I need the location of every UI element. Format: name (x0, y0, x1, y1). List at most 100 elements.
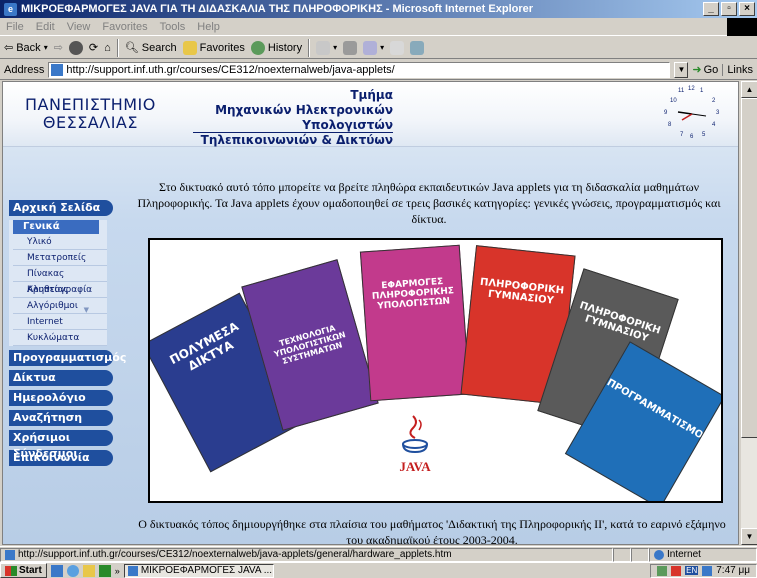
header-divider (193, 132, 393, 133)
close-button[interactable]: × (739, 2, 755, 16)
nav-sub-internet[interactable]: Internet (13, 314, 107, 330)
search-icon: 🔍︎ (124, 42, 139, 54)
java-label: JAVA (399, 459, 431, 474)
system-tray: EN 7:47 μμ (650, 563, 757, 578)
page-icon (5, 549, 15, 560)
back-button[interactable]: ⇦ Back ▾ (4, 41, 48, 55)
nav-sub-cryptography[interactable]: Κρυπτογραφία (13, 282, 107, 298)
history-icon (250, 40, 265, 55)
quicklaunch-outlook-icon[interactable] (82, 564, 95, 577)
status-bar: http://support.inf.uth.gr/courses/CE312/… (0, 546, 757, 562)
maximize-button[interactable]: ▫ (721, 2, 737, 16)
menu-view[interactable]: View (67, 21, 91, 33)
go-arrow-icon: ➜ (692, 64, 702, 76)
ie-icon (127, 565, 138, 576)
forward-button[interactable]: ⇨ (54, 41, 63, 54)
nav-sub-truth-table[interactable]: Πίνακας Αληθείας (13, 266, 107, 295)
footer-text: Ο δικτυακός τόπος δημιουργήθηκε στα πλαί… (138, 517, 726, 545)
taskbar: Start » ΜΙΚΡΟΕΦΑΡΜΟΓΕΣ JAVA ... EN 7:47 … (0, 562, 757, 578)
windows-logo-icon (727, 18, 757, 36)
messenger-button[interactable] (410, 40, 425, 55)
edit-button[interactable]: ▾ (363, 40, 384, 55)
edit-icon (363, 40, 378, 55)
home-icon: ⌂ (104, 41, 111, 54)
minimize-button[interactable]: _ (703, 2, 719, 16)
nav-sub-hardware[interactable]: Υλικό (13, 234, 107, 250)
nav-contact[interactable]: Επικοινωνία (9, 450, 113, 466)
start-button[interactable]: Start (0, 563, 47, 578)
discuss-icon (390, 40, 405, 55)
refresh-button[interactable]: ⟳ (89, 41, 98, 54)
print-icon (343, 40, 358, 55)
menu-edit[interactable]: Edit (36, 21, 55, 33)
status-cell (631, 547, 649, 562)
nav-general-block: Γενικά Υλικό Μετατροπείς Πίνακας Αληθεία… (9, 220, 107, 346)
nav-links[interactable]: Χρήσιμοι Σύνδεσμοι (9, 430, 113, 460)
java-logo: JAVA (395, 412, 435, 476)
book-cover: ΕΦΑΡΜΟΓΕΣ ΠΛΗΡΟΦΟΡΙΚΗΣ ΥΠΟΛΟΓΙΣΤΩΝ (359, 244, 471, 402)
favorites-button[interactable]: Favorites (182, 40, 245, 55)
status-url: http://support.inf.uth.gr/courses/CE312/… (18, 549, 452, 560)
nav-home[interactable]: Αρχική Σελίδα (9, 200, 113, 216)
stop-icon (68, 40, 83, 55)
address-label: Address (4, 63, 45, 76)
menu-help[interactable]: Help (197, 21, 220, 33)
sidebar-nav: Αρχική Σελίδα Γενικά Υλικό Μετατροπείς Π… (9, 200, 126, 470)
clock-time: 7:47 μμ (716, 565, 750, 576)
windows-flag-icon (5, 565, 17, 576)
stop-button[interactable] (68, 40, 83, 55)
nav-sub-converters[interactable]: Μετατροπείς (13, 250, 107, 266)
toolbar: ⇦ Back ▾ ⇨ ⟳ ⌂ 🔍︎ Search Favorites Histo… (0, 37, 757, 59)
globe-icon (654, 549, 664, 560)
scroll-thumb[interactable] (741, 98, 757, 438)
quicklaunch-desktop-icon[interactable] (50, 564, 63, 577)
clock-icon: 11 12 1 10 2 9 3 8 4 7 6 5 (664, 86, 720, 140)
scroll-up-button[interactable]: ▲ (741, 81, 757, 98)
tray-network-icon[interactable] (702, 565, 713, 576)
menu-favorites[interactable]: Favorites (102, 21, 147, 33)
quicklaunch-app-icon[interactable] (98, 564, 111, 577)
menu-tools[interactable]: Tools (160, 21, 186, 33)
go-button[interactable]: ➜ Go (692, 63, 718, 77)
taskbar-ie-window[interactable]: ΜΙΚΡΟΕΦΑΡΜΟΓΕΣ JAVA ... (123, 563, 274, 578)
links-button[interactable]: Links (722, 63, 753, 76)
nav-search[interactable]: Αναζήτηση (9, 410, 113, 426)
nav-sub-algorithms[interactable]: Αλγόριθμοι ▼ (13, 298, 107, 314)
menu-bar: File Edit View Favorites Tools Help (0, 18, 757, 36)
university-name: ΠΑΝΕΠΙΣΤΗΜΙΟ ΘΕΣΣΑΛΙΑΣ (25, 95, 156, 132)
tray-shield-icon[interactable] (671, 565, 682, 576)
site-header: ΠΑΝΕΠΙΣΤΗΜΙΟ ΘΕΣΣΑΛΙΑΣ Τμήμα Μηχανικών Η… (3, 82, 738, 147)
address-bar: Address http://support.inf.uth.gr/course… (0, 60, 757, 80)
nav-networks[interactable]: Δίκτυα (9, 370, 113, 386)
language-indicator[interactable]: EN (685, 566, 699, 575)
home-button[interactable]: ⌂ (104, 42, 111, 54)
ie-icon: e (4, 2, 17, 16)
window-title: ΜΙΚΡΟΕΦΑΡΜΟΓΕΣ JAVA ΓΙΑ ΤΗ ΔΙΔΑΣΚΑΛΙΑ ΤΗ… (21, 3, 534, 15)
status-url-panel: http://support.inf.uth.gr/courses/CE312/… (0, 547, 613, 562)
messenger-icon (410, 40, 425, 55)
scroll-down-button[interactable]: ▼ (741, 528, 757, 545)
menu-file[interactable]: File (6, 21, 24, 33)
intro-text: Στο δικτυακό αυτό τόπο μπορείτε να βρείτ… (137, 180, 721, 226)
address-input[interactable]: http://support.inf.uth.gr/courses/CE312/… (48, 61, 671, 78)
search-button[interactable]: 🔍︎ Search (124, 41, 177, 55)
forward-arrow-icon: ⇨ (53, 42, 63, 54)
mail-button[interactable]: ▾ (316, 40, 337, 55)
nav-calendar[interactable]: Ημερολόγιο (9, 390, 113, 406)
nav-sub-circuits[interactable]: Κυκλώματα (13, 330, 107, 346)
vertical-scrollbar[interactable]: ▲ ▼ (740, 81, 757, 545)
quicklaunch-more-icon[interactable]: » (115, 566, 120, 576)
tray-app-icon[interactable] (657, 565, 668, 576)
address-dropdown-button[interactable]: ▼ (674, 61, 689, 78)
nav-general[interactable]: Γενικά (13, 220, 99, 234)
quicklaunch-ie-icon[interactable] (66, 564, 79, 577)
nav-programming[interactable]: Προγραμματισμός (9, 350, 126, 366)
chevron-down-icon: ▾ (43, 43, 48, 52)
status-zone: Internet (649, 547, 757, 562)
mail-icon (316, 40, 331, 55)
favorites-icon (182, 40, 197, 55)
books-image: ΠΟΛΥΜΕΣΑ ΔΙΚΤΥΑ ΤΕΧΝΟΛΟΓΙΑ ΥΠΟΛΟΓΙΣΤΙΚΩΝ… (148, 238, 723, 503)
history-button[interactable]: History (250, 40, 302, 55)
print-button[interactable] (343, 40, 358, 55)
discuss-button[interactable] (390, 40, 405, 55)
